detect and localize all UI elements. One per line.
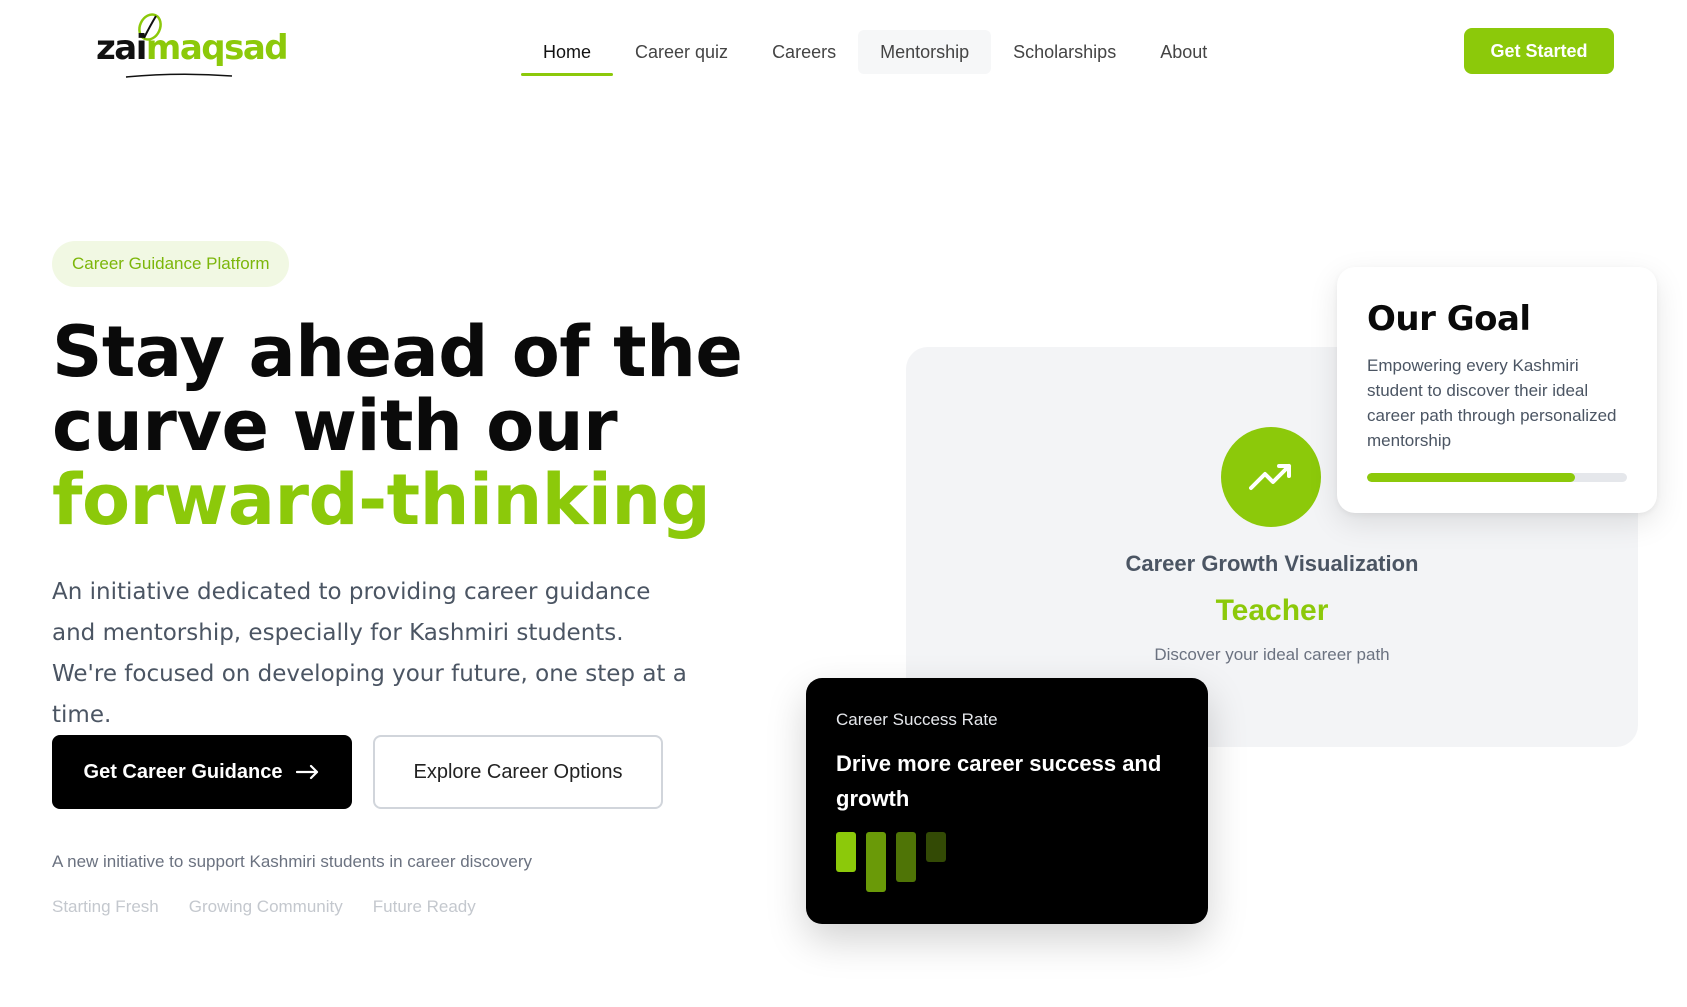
trending-up-badge [1221, 427, 1321, 527]
logo-part-1: zai [96, 28, 147, 68]
headline-line-2: curve with our [52, 385, 618, 467]
nav-careers[interactable]: Careers [750, 30, 858, 74]
highlight-future-ready: Future Ready [372, 897, 476, 916]
get-career-guidance-label: Get Career Guidance [83, 760, 283, 783]
get-career-guidance-button[interactable]: Get Career Guidance [52, 735, 352, 809]
nav-home[interactable]: Home [521, 30, 614, 76]
success-rate-card: Career Success Rate Drive more career su… [806, 678, 1208, 924]
success-rate-label: Career Success Rate [836, 710, 998, 729]
main-nav: Home Career quiz Careers Mentorship Scho… [521, 30, 1229, 76]
explore-career-options-button[interactable]: Explore Career Options [373, 735, 663, 809]
mini-bar-2 [866, 832, 886, 892]
goal-title: Our Goal [1367, 299, 1531, 339]
initiative-note: A new initiative to support Kashmiri stu… [52, 852, 533, 871]
highlights-row: Starting Fresh Growing Community Future … [52, 897, 476, 917]
nav-scholarships[interactable]: Scholarships [991, 30, 1138, 74]
highlight-growing-community: Growing Community [188, 897, 343, 916]
highlight-starting-fresh: Starting Fresh [52, 897, 159, 916]
site-header: zaimaqsad Home Career quiz Careers Mento… [0, 0, 1687, 100]
hero-description: An initiative dedicated to providing car… [52, 579, 687, 728]
headline-accent: forward-thinking [52, 459, 711, 541]
success-rate-title: Drive more career success and growth [836, 751, 1162, 811]
goal-progress-fill [1367, 473, 1575, 482]
arrow-right-icon [296, 764, 319, 780]
career-role: Teacher [1215, 594, 1329, 627]
get-started-button[interactable]: Get Started [1464, 28, 1614, 74]
nav-about[interactable]: About [1138, 30, 1229, 74]
visual-title: Career Growth Visualization [1125, 551, 1419, 576]
logo-underline-swoosh [125, 73, 233, 78]
mini-bar-chart-icon [836, 832, 946, 892]
logo-part-2: maqsad [145, 28, 289, 68]
mini-bar-3 [896, 832, 916, 882]
nav-mentorship[interactable]: Mentorship [858, 30, 992, 74]
nav-career-quiz[interactable]: Career quiz [613, 30, 750, 74]
hero-headline: Stay ahead of the curve with our forward… [52, 315, 792, 537]
platform-badge: Career Guidance Platform [52, 241, 290, 287]
goal-card: Our Goal Empowering every Kashmiri stude… [1337, 267, 1657, 513]
goal-progress-bar [1367, 473, 1627, 482]
mini-bar-1 [836, 832, 856, 872]
logo-wordmark: zaimaqsad [96, 28, 289, 68]
logo[interactable]: zaimaqsad [96, 12, 289, 78]
visual-subtitle: Discover your ideal career path [1154, 645, 1390, 664]
headline-line-1: Stay ahead of the [52, 311, 743, 393]
trending-up-icon [1249, 464, 1291, 490]
mini-bar-4 [926, 832, 946, 862]
goal-text: Empowering every Kashmiri student to dis… [1367, 356, 1617, 450]
